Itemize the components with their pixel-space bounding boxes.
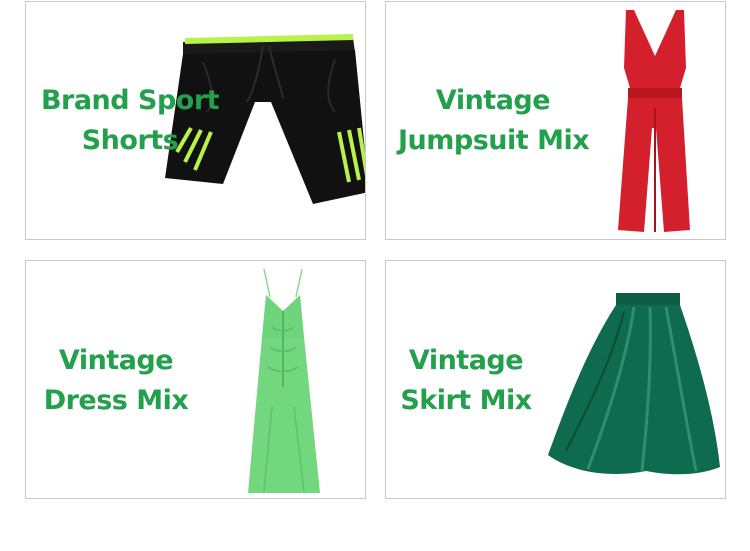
category-label-line1: Vintage <box>408 345 524 376</box>
category-label-line1: Vintage <box>435 85 551 116</box>
category-label: Brand Sport Shorts <box>40 81 220 161</box>
category-label: Vintage Skirt Mix <box>396 341 536 421</box>
category-label-line1: Vintage <box>58 345 174 376</box>
red-jumpsuit-image <box>618 10 690 232</box>
category-label-line2: Skirt Mix <box>400 385 532 416</box>
category-card-brand-sport-shorts[interactable]: Brand Sport Shorts <box>25 1 366 240</box>
category-card-vintage-skirt-mix[interactable]: Vintage Skirt Mix <box>385 260 726 499</box>
category-card-vintage-dress-mix[interactable]: Vintage Dress Mix <box>25 260 366 499</box>
category-label-line2: Shorts <box>81 125 179 156</box>
green-satin-skirt-image <box>548 293 720 475</box>
category-label-line2: Dress Mix <box>43 385 189 416</box>
category-label: Vintage Jumpsuit Mix <box>398 81 590 161</box>
category-label-line2: Jumpsuit Mix <box>398 125 590 156</box>
category-card-vintage-jumpsuit-mix[interactable]: Vintage Jumpsuit Mix <box>385 1 726 240</box>
green-dress-image <box>248 268 320 493</box>
category-label: Vintage Dress Mix <box>36 341 196 421</box>
category-label-line1: Brand Sport <box>40 85 220 116</box>
